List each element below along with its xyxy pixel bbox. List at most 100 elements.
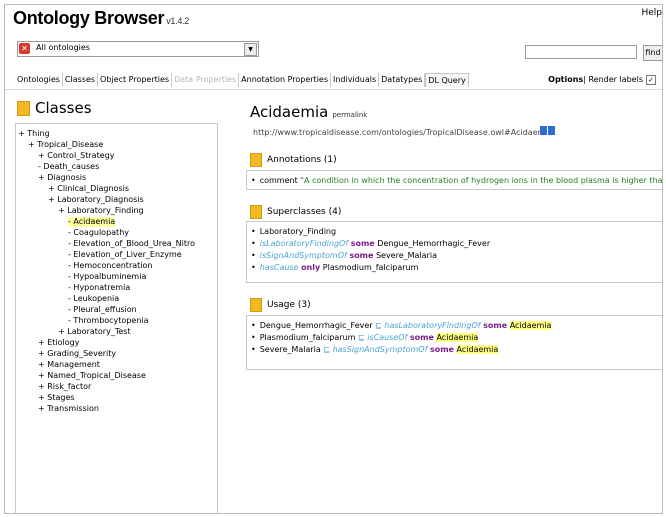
usage-icon	[250, 298, 262, 312]
options-bar: Options| Render labels ✓	[548, 73, 656, 87]
tree-node[interactable]: - Elevation_of_Blood_Urea_Nitro	[68, 239, 195, 249]
tree-node[interactable]: + Named_Tropical_Disease	[38, 371, 146, 381]
classes-heading: Classes	[17, 99, 92, 117]
uri-icons	[540, 126, 556, 138]
superclasses-heading: Superclasses (4)	[250, 205, 341, 219]
tab-item[interactable]: DL Query	[425, 73, 469, 87]
class-link[interactable]: Severe_Malaria	[376, 251, 437, 260]
subclass-symbol: ⊑	[357, 333, 365, 342]
tab-item[interactable]: Datatypes	[379, 73, 426, 87]
property-link[interactable]: hasLaboratoryFindingOf	[384, 321, 480, 330]
tree-node[interactable]: - Hypoalbuminemia	[68, 272, 146, 282]
tree-node[interactable]: - Death_causes	[38, 162, 99, 172]
tree-node[interactable]: + Laboratory_Diagnosis	[48, 195, 144, 205]
tree-node[interactable]: + Transmission	[38, 404, 99, 414]
app-title: Ontology Browser v1.4.2	[13, 8, 189, 28]
tree-node[interactable]: + Laboratory_Finding	[58, 206, 144, 216]
class-link-highlighted[interactable]: Acidaemia	[456, 345, 499, 354]
tree-node[interactable]: + Grading_Severity	[38, 349, 116, 359]
class-link[interactable]: Dengue_Hemorrhagic_Fever	[377, 239, 490, 248]
tree-node[interactable]: + Tropical_Disease	[28, 140, 103, 150]
tree-node[interactable]: + Laboratory_Test	[58, 327, 131, 337]
help-link[interactable]: Help	[641, 8, 662, 18]
tree-node[interactable]: + Etiology	[38, 338, 79, 348]
property-link[interactable]: isSignAndSymptomOf	[260, 251, 347, 260]
annotations-heading: Annotations (1)	[250, 153, 337, 167]
tree-node[interactable]: + Risk_factor	[38, 382, 91, 392]
subclass-symbol: ⊑	[323, 345, 331, 354]
render-labels-label: Render labels	[588, 75, 643, 84]
browser-frame: Ontology Browser v1.4.2 Help ✕ All ontolo…	[4, 4, 663, 514]
subclass-symbol: ⊑	[375, 321, 382, 330]
tree-node-selected[interactable]: - Acidaemia	[68, 217, 116, 227]
tree-node[interactable]: + Clinical_Diagnosis	[48, 184, 129, 194]
tree-node[interactable]: - Thrombocytopenia	[68, 316, 149, 326]
bullet: •	[251, 176, 256, 185]
tree-node[interactable]: - Coagulopathy	[68, 228, 129, 238]
class-link[interactable]: Dengue_Hemorrhagic_Fever	[260, 321, 373, 330]
class-link[interactable]: Plasmodium_falciparum	[323, 263, 419, 272]
tree-node[interactable]: - Leukopenia	[68, 294, 119, 304]
class-link[interactable]: Severe_Malaria	[260, 345, 321, 354]
tree-node[interactable]: + Thing	[18, 129, 50, 139]
render-labels-checkbox[interactable]: ✓	[646, 74, 656, 85]
class-link[interactable]: Plasmodium_falciparum	[260, 333, 356, 342]
annotation-property[interactable]: comment	[260, 176, 298, 185]
usage-box: • Dengue_Hemorrhagic_Fever ⊑ hasLaborator…	[246, 315, 662, 370]
usage-heading: Usage (3)	[250, 298, 311, 312]
annotations-icon	[250, 153, 262, 167]
tree-node[interactable]: + Stages	[38, 393, 75, 403]
keyword: only	[301, 263, 321, 272]
tab-bar: Ontologies Classes Object Properties Data P…	[15, 73, 469, 87]
annotation-row: • comment "A condition in which the conce…	[251, 176, 663, 186]
external-link-icon[interactable]	[540, 126, 547, 135]
superclass-row: • isLaboratoryFindingOf some Dengue_Hemor…	[251, 239, 490, 249]
tree-node[interactable]: + Diagnosis	[38, 173, 86, 183]
usage-row: • Severe_Malaria ⊑ hasSignAndSymptomOf so…	[251, 345, 499, 355]
annotations-box: • comment "A condition in which the conce…	[246, 170, 663, 190]
tree-node[interactable]: + Control_Strategy	[38, 151, 114, 161]
tree-node[interactable]: - Pleural_effusion	[68, 305, 137, 315]
bullet: •	[251, 345, 256, 354]
permalink-link[interactable]: permalink	[332, 111, 367, 119]
keyword: some	[483, 321, 508, 330]
tab-item[interactable]: Individuals	[331, 73, 380, 87]
search-input[interactable]	[525, 45, 637, 59]
class-link[interactable]: Laboratory_Finding	[260, 227, 336, 236]
class-link-highlighted[interactable]: Acidaemia	[509, 321, 552, 330]
property-link[interactable]: isLaboratoryFindingOf	[260, 239, 348, 248]
tab-item[interactable]: Object Properties	[98, 73, 173, 87]
app-version: v1.4.2	[166, 16, 189, 26]
tree-node[interactable]: - Hemoconcentration	[68, 261, 152, 271]
property-link[interactable]: hasCause	[260, 263, 299, 272]
chevron-down-icon[interactable]: ▼	[244, 43, 257, 56]
copy-link-icon[interactable]	[548, 126, 555, 135]
ontology-select[interactable]: ✕ All ontologies ▼	[17, 41, 259, 57]
usage-row: • Dengue_Hemorrhagic_Fever ⊑ hasLaborator…	[251, 321, 552, 331]
keyword: some	[350, 239, 375, 248]
options-link[interactable]: Options	[548, 75, 583, 84]
bullet: •	[251, 227, 256, 236]
class-link-highlighted[interactable]: Acidaemia	[436, 333, 479, 342]
annotation-value: "A condition in which the concentration …	[300, 176, 663, 185]
tree-node[interactable]: + Management	[38, 360, 100, 370]
tab-item[interactable]: Classes	[63, 73, 99, 87]
class-tree[interactable]: + Thing + Tropical_Disease + Control_Strat…	[15, 123, 218, 513]
tree-node[interactable]: - Elevation_of_Liver_Enzyme	[68, 250, 182, 260]
bullet: •	[251, 321, 256, 330]
bullet: •	[251, 251, 256, 260]
class-icon	[17, 100, 30, 116]
tree-node[interactable]: - Hyponatremia	[68, 283, 130, 293]
find-button[interactable]: find	[643, 45, 662, 61]
close-icon[interactable]: ✕	[19, 43, 30, 54]
property-link[interactable]: isCauseOf	[367, 333, 407, 342]
tab-item[interactable]: Data Properties	[172, 73, 240, 87]
ontology-select-value: All ontologies	[36, 43, 90, 52]
superclass-row: • hasCause only Plasmodium_falciparum	[251, 263, 418, 273]
superclasses-icon	[250, 205, 262, 219]
tab-item[interactable]: Ontologies	[15, 73, 63, 87]
tab-item[interactable]: Annotation Properties	[239, 73, 331, 87]
property-link[interactable]: hasSignAndSymptomOf	[333, 345, 428, 354]
bullet: •	[251, 333, 256, 342]
entity-title: Acidaemia permalink	[250, 103, 368, 121]
